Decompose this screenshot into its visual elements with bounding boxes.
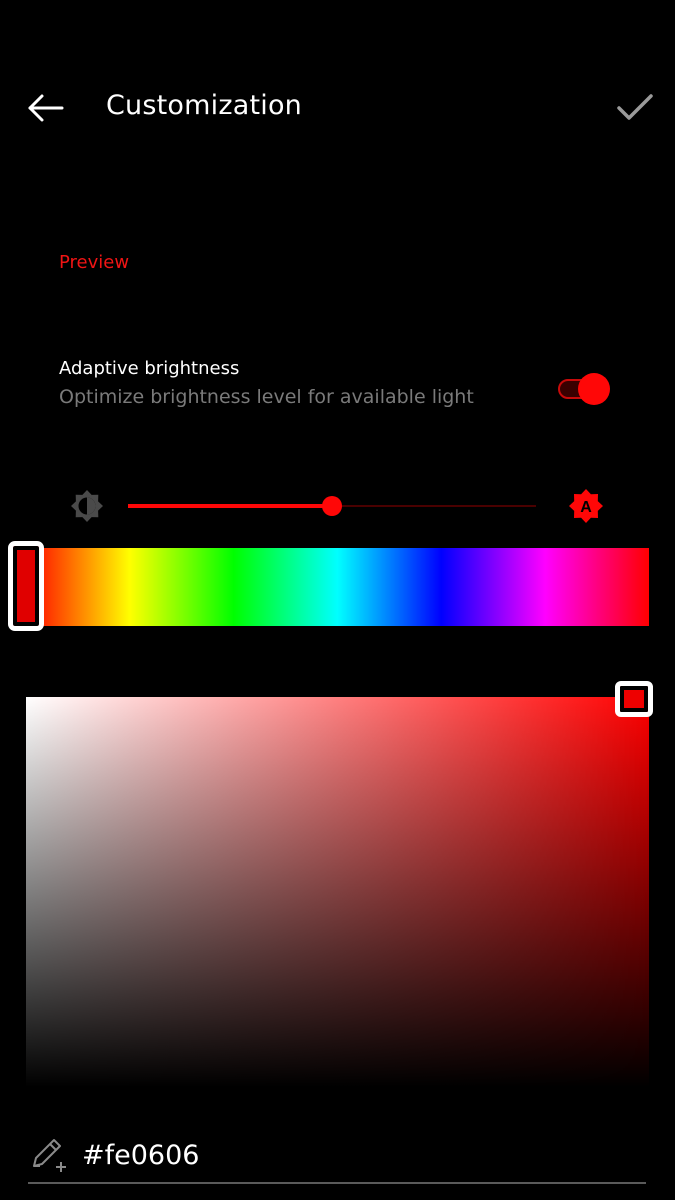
- saturation-value-handle[interactable]: [615, 681, 653, 717]
- adaptive-brightness-row[interactable]: Adaptive brightness Optimize brightness …: [0, 350, 675, 430]
- arrow-left-icon: [28, 94, 64, 122]
- saturation-value-picker[interactable]: [26, 697, 649, 1087]
- hue-slider[interactable]: [26, 548, 649, 626]
- adaptive-brightness-summary: Optimize brightness level for available …: [59, 386, 474, 408]
- brightness-low-icon: [70, 489, 104, 523]
- preview-label: Preview: [59, 252, 130, 273]
- hue-handle[interactable]: [8, 541, 44, 631]
- brightness-auto-icon: A: [568, 488, 604, 524]
- slider-thumb[interactable]: [322, 496, 342, 516]
- hex-input-underline: [28, 1182, 646, 1184]
- adaptive-brightness-title: Adaptive brightness: [59, 358, 240, 379]
- edit-add-icon: [28, 1136, 68, 1174]
- svg-text:A: A: [580, 499, 592, 516]
- page-title: Customization: [106, 90, 302, 121]
- adaptive-brightness-toggle[interactable]: [556, 372, 612, 406]
- check-icon: [617, 94, 653, 120]
- confirm-button[interactable]: [613, 86, 657, 130]
- toggle-thumb: [578, 373, 610, 405]
- back-button[interactable]: [22, 86, 70, 130]
- slider-fill: [128, 504, 332, 508]
- hex-color-input[interactable]: [82, 1135, 642, 1175]
- brightness-slider[interactable]: [128, 494, 536, 518]
